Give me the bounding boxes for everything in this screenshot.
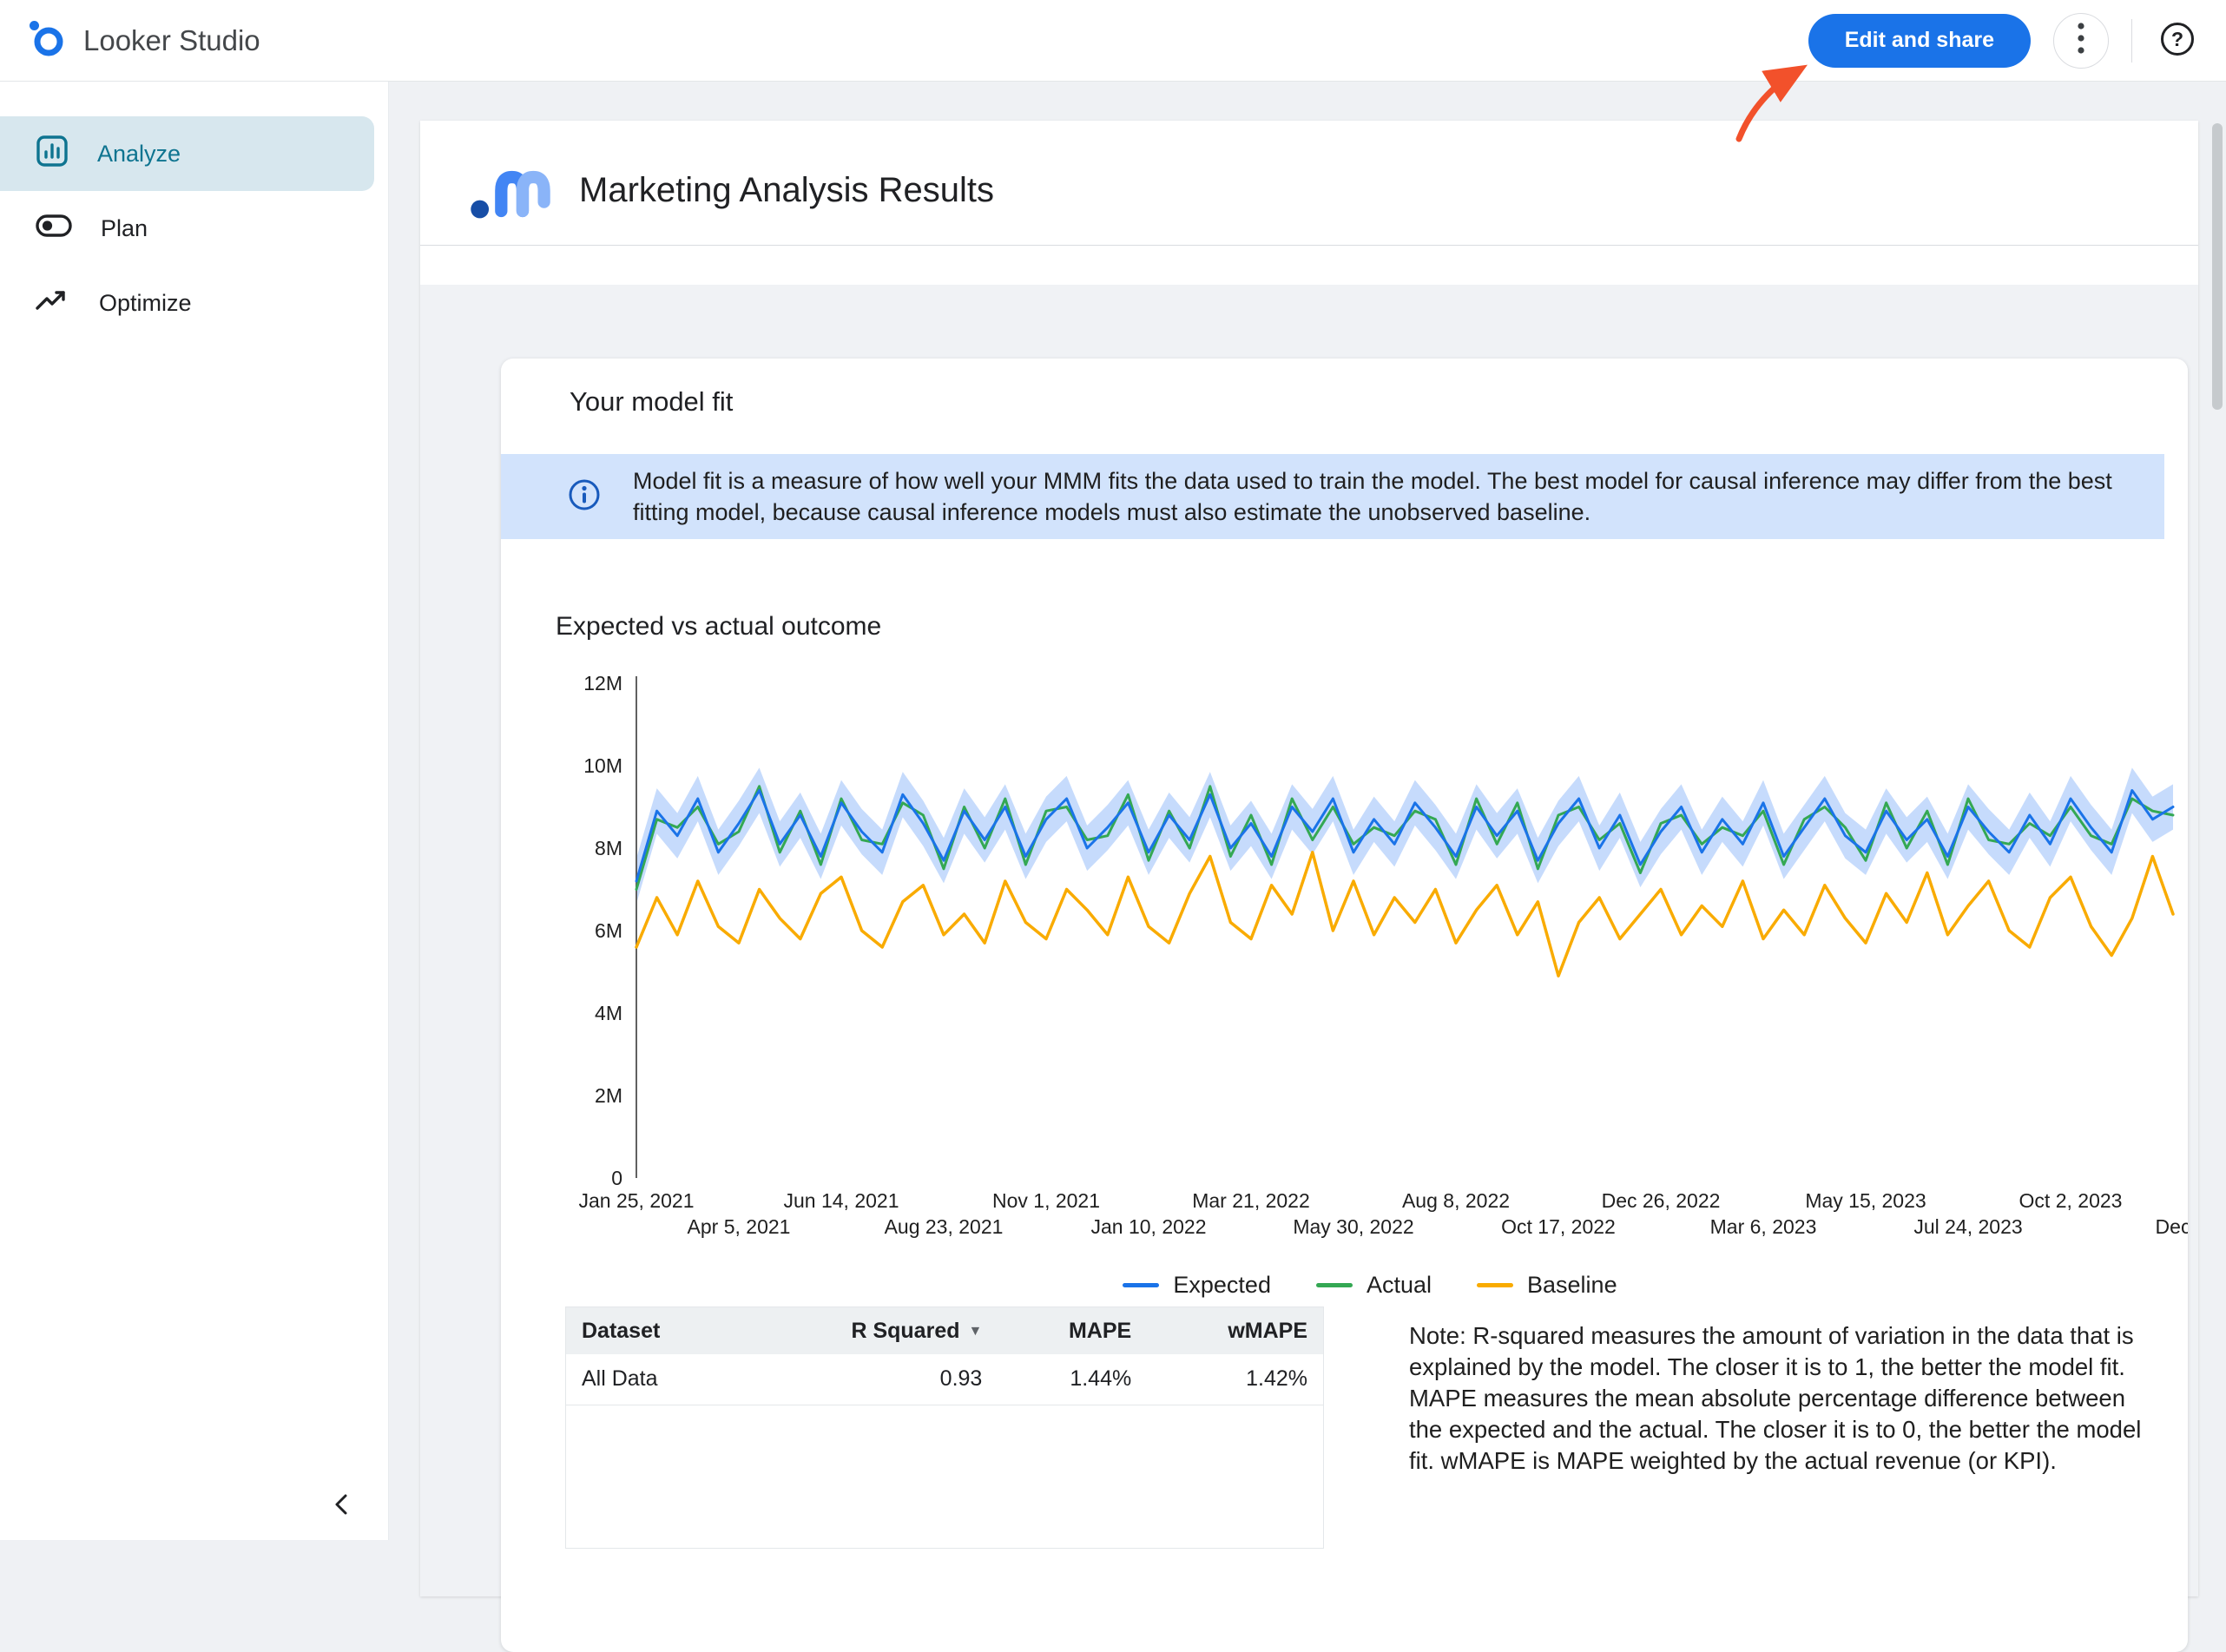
svg-text:8M: 8M (595, 837, 622, 859)
report-header-divider (420, 245, 2198, 246)
legend-item-expected[interactable]: Expected (1123, 1272, 1271, 1299)
legend-swatch (1316, 1283, 1353, 1287)
report-page-sidebar: Analyze Plan Optimize (0, 82, 389, 1540)
scrollbar-thumb[interactable] (2212, 123, 2223, 410)
svg-text:6M: 6M (595, 919, 622, 942)
app-header: Looker Studio Edit and share ? (0, 0, 2226, 82)
table-header-r-squared[interactable]: R Squared▼ (741, 1307, 998, 1354)
svg-text:Jun 14, 2021: Jun 14, 2021 (783, 1189, 899, 1212)
svg-text:May 30, 2022: May 30, 2022 (1293, 1215, 1413, 1238)
table-cell: 1.42% (1147, 1354, 1323, 1405)
chevron-left-icon (325, 1487, 359, 1524)
table-header-dataset[interactable]: Dataset (566, 1307, 741, 1354)
legend-label: Baseline (1527, 1272, 1617, 1299)
table-cell: 1.44% (998, 1354, 1147, 1405)
card-heading: Your model fit (570, 386, 733, 418)
sidebar-item-label: Analyze (97, 141, 181, 168)
toggle-icon (35, 213, 73, 245)
chart-legend: Expected Actual Baseline (550, 1272, 2188, 1299)
svg-text:May 15, 2023: May 15, 2023 (1805, 1189, 1926, 1212)
table-row: All Data0.931.44%1.42% (566, 1354, 1323, 1405)
svg-text:10M: 10M (583, 754, 622, 777)
table-empty-area (566, 1405, 1323, 1548)
sort-descending-icon: ▼ (969, 1324, 983, 1339)
svg-text:Jan 10, 2022: Jan 10, 2022 (1090, 1215, 1206, 1238)
svg-text:Aug 8, 2022: Aug 8, 2022 (1402, 1189, 1510, 1212)
info-icon (567, 477, 602, 517)
svg-text:?: ? (2171, 28, 2183, 50)
svg-text:Aug 23, 2021: Aug 23, 2021 (885, 1215, 1004, 1238)
model-fit-note: Note: R-squared measures the amount of v… (1409, 1320, 2159, 1477)
sidebar-item-plan[interactable]: Plan (0, 191, 374, 266)
svg-text:Mar 21, 2022: Mar 21, 2022 (1192, 1189, 1310, 1212)
table-cell: 0.93 (741, 1354, 998, 1405)
looker-studio-logo-icon (26, 18, 66, 63)
help-button[interactable]: ? (2155, 18, 2200, 63)
svg-text:Jul 24, 2023: Jul 24, 2023 (1913, 1215, 2022, 1238)
table-header-wmape[interactable]: wMAPE (1147, 1307, 1323, 1354)
svg-text:4M: 4M (595, 1002, 622, 1024)
analyze-chart-icon (35, 134, 69, 174)
legend-item-baseline[interactable]: Baseline (1477, 1272, 1617, 1299)
app-title: Looker Studio (83, 24, 260, 57)
chart-section-heading: Expected vs actual outcome (556, 612, 881, 642)
legend-swatch (1477, 1283, 1513, 1287)
svg-text:12M: 12M (583, 672, 622, 694)
report-header: Marketing Analysis Results (470, 154, 994, 227)
sidebar-item-label: Plan (101, 215, 148, 242)
svg-text:Nov 1, 2021: Nov 1, 2021 (992, 1189, 1100, 1212)
info-banner: Model fit is a measure of how well your … (501, 454, 2164, 539)
svg-text:0: 0 (611, 1167, 622, 1189)
expected-vs-actual-chart: 12M 10M 8M 6M 4M 2M 0Jan 25, 2021 Apr 5, 2021 Ju… (550, 662, 2188, 1270)
legend-label: Expected (1173, 1272, 1271, 1299)
kebab-menu-icon (2077, 21, 2085, 60)
sidebar-nav: Analyze Plan Optimize (0, 116, 388, 340)
legend-item-actual[interactable]: Actual (1316, 1272, 1432, 1299)
marketing-m-logo-icon (470, 154, 553, 227)
svg-text:Mar 6, 2023: Mar 6, 2023 (1710, 1215, 1817, 1238)
header-divider (2131, 19, 2132, 63)
report-title: Marketing Analysis Results (579, 171, 994, 210)
vertical-scrollbar[interactable] (2210, 83, 2224, 1538)
info-banner-text: Model fit is a measure of how well your … (633, 465, 2164, 528)
table-cell: All Data (566, 1354, 741, 1405)
legend-label: Actual (1367, 1272, 1432, 1299)
svg-text:Oct 17, 2022: Oct 17, 2022 (1501, 1215, 1616, 1238)
table-header-mape[interactable]: MAPE (998, 1307, 1147, 1354)
svg-text:Oct 2, 2023: Oct 2, 2023 (2019, 1189, 2123, 1212)
edit-and-share-button[interactable]: Edit and share (1808, 14, 2031, 68)
help-icon: ? (2158, 20, 2196, 61)
model-fit-table: DatasetR Squared▼MAPEwMAPE All Data0.931… (565, 1306, 1324, 1549)
svg-text:Dec 26, 2022: Dec 26, 2022 (1602, 1189, 1721, 1212)
sidebar-collapse-button[interactable] (319, 1483, 365, 1528)
sidebar-item-optimize[interactable]: Optimize (0, 266, 374, 340)
legend-swatch (1123, 1283, 1159, 1287)
svg-text:2M: 2M (595, 1084, 622, 1107)
report-canvas: Marketing Analysis Results Your model fi… (420, 121, 2198, 1596)
report-body-section: Your model fit Model fit is a measure of… (420, 285, 2198, 1596)
svg-text:Jan 25, 2021: Jan 25, 2021 (578, 1189, 694, 1212)
model-fit-card: Your model fit Model fit is a measure of… (501, 359, 2188, 1652)
svg-text:Dec: Dec (2156, 1215, 2188, 1238)
looker-studio-brand[interactable]: Looker Studio (26, 18, 260, 63)
sidebar-item-analyze[interactable]: Analyze (0, 116, 374, 191)
trending-up-icon (35, 287, 71, 319)
report-viewport: Marketing Analysis Results Your model fi… (389, 82, 2226, 1540)
sidebar-item-label: Optimize (99, 290, 192, 317)
svg-text:Apr 5, 2021: Apr 5, 2021 (688, 1215, 791, 1238)
more-options-button[interactable] (2053, 13, 2109, 69)
